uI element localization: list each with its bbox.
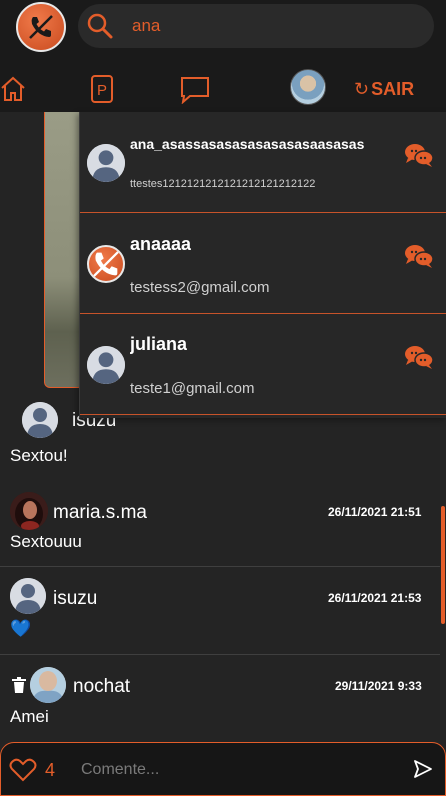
default-user-icon (10, 578, 46, 614)
comment-text: Sextouuu (10, 532, 82, 551)
parking-icon[interactable]: P (91, 75, 113, 103)
nav-bar: P ↻ SAIR (0, 54, 446, 112)
home-icon[interactable] (0, 76, 26, 102)
avatar[interactable] (10, 492, 48, 530)
comment-input[interactable] (71, 751, 391, 789)
svg-text:P: P (97, 82, 107, 99)
default-user-icon (87, 346, 125, 384)
result-username: juliana (130, 334, 188, 354)
trash-icon[interactable] (12, 677, 26, 693)
default-user-icon (22, 402, 58, 438)
send-icon[interactable] (413, 759, 433, 779)
search-input[interactable]: ana (132, 16, 160, 36)
result-username: ana_asassasasasasasasasaasasas (130, 136, 365, 152)
search-results: ana_asassasasasasasasasaasasas ttestes12… (79, 112, 446, 418)
avatar[interactable] (22, 402, 58, 438)
comment-author[interactable]: nochat (73, 676, 130, 698)
profile-avatar[interactable] (290, 69, 326, 105)
result-username: anaaaa (130, 234, 192, 254)
comment-author[interactable]: isuzu (53, 588, 97, 610)
comment-text: Sextou! (10, 446, 68, 465)
comment-item: maria.s.ma 26/11/2021 21:51 Sextouuu (0, 490, 440, 566)
top-bar: ana (0, 0, 446, 54)
scrollbar[interactable] (441, 506, 445, 624)
avatar (87, 245, 125, 283)
logout-label: SAIR (371, 79, 415, 99)
result-subtitle: teste1@gmail.com (130, 380, 255, 397)
result-subtitle: testess2@gmail.com (130, 279, 270, 296)
avatar[interactable] (10, 578, 46, 614)
user-photo-icon (30, 667, 66, 703)
comment-date: 26/11/2021 21:53 (328, 591, 422, 605)
divider (0, 566, 440, 567)
comment-date: 29/11/2021 9:33 (335, 679, 422, 693)
chat-bubbles-icon[interactable] (404, 243, 434, 269)
app-logo[interactable] (16, 2, 66, 52)
chat-icon[interactable] (180, 76, 210, 104)
heart-icon[interactable] (9, 758, 37, 782)
comment-item: nochat 29/11/2021 9:33 Amei (0, 664, 440, 742)
phone-off-icon (92, 250, 120, 278)
avatar (87, 144, 125, 182)
user-photo-icon (10, 492, 48, 530)
search-result-item[interactable]: anaaaa testess2@gmail.com (80, 213, 446, 314)
logout-icon: ↻ (354, 79, 370, 99)
like-count: 4 (45, 760, 56, 780)
chat-bubbles-icon[interactable] (404, 142, 434, 168)
comment-text: 💙 (10, 619, 32, 638)
comment-date: 26/11/2021 21:51 (328, 505, 422, 519)
phone-off-icon (29, 15, 53, 39)
chat-bubbles-icon[interactable] (404, 344, 434, 370)
comment-bar: 4 (0, 742, 446, 796)
avatar[interactable] (30, 667, 66, 703)
post-image[interactable] (44, 112, 84, 388)
divider (0, 654, 440, 655)
avatar (87, 346, 125, 384)
search-result-item[interactable]: juliana teste1@gmail.com (80, 314, 446, 415)
comment-author[interactable]: maria.s.ma (53, 502, 147, 524)
result-subtitle: ttestes1212121212121212121212122 (130, 178, 316, 190)
default-user-icon (87, 144, 125, 182)
search-bar[interactable]: ana (78, 4, 434, 48)
search-icon (87, 13, 113, 39)
logout-button[interactable]: ↻ SAIR (354, 79, 414, 100)
search-result-item[interactable]: ana_asassasasasasasasasaasasas ttestes12… (80, 112, 446, 213)
comment-item: isuzu 26/11/2021 21:53 💙 (0, 576, 440, 654)
comment-text: Amei (10, 707, 49, 726)
